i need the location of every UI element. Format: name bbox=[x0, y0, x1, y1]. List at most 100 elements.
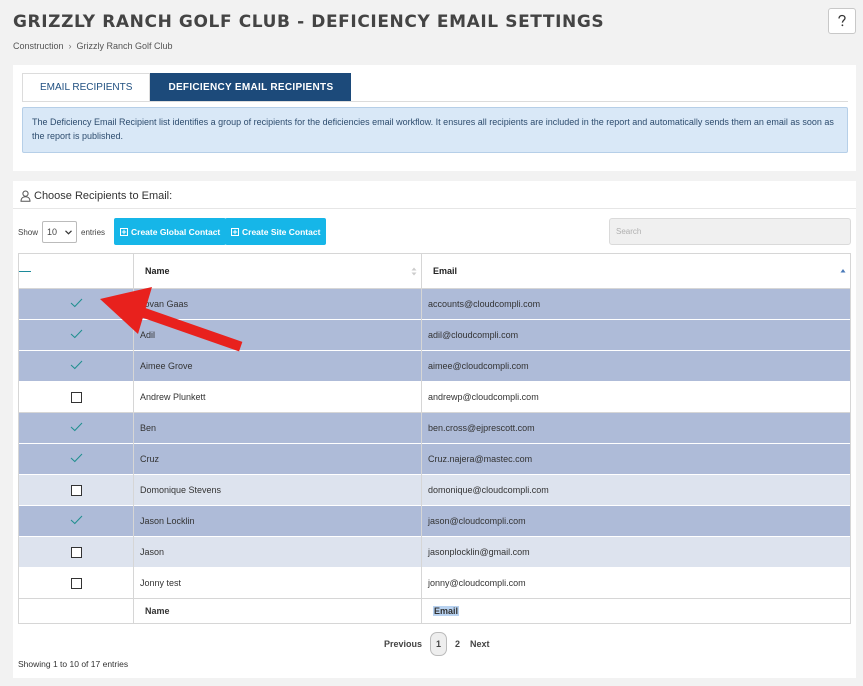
email-cell: domonique@cloudcompli.com bbox=[421, 474, 851, 506]
breadcrumb: Construction › Grizzly Ranch Golf Club bbox=[13, 41, 173, 51]
sort-icon bbox=[411, 267, 417, 276]
email-cell: ben.cross@ejprescott.com bbox=[421, 412, 851, 444]
name-cell: Ben bbox=[133, 412, 422, 444]
section-divider bbox=[13, 208, 856, 209]
page-length-value: 10 bbox=[47, 227, 58, 237]
table-row[interactable]: Jason jasonplocklin@gmail.com bbox=[18, 536, 851, 568]
table-row[interactable]: Jason Locklin jason@cloudcompli.com bbox=[18, 505, 851, 537]
select-cell[interactable] bbox=[18, 412, 134, 444]
select-cell[interactable] bbox=[18, 443, 134, 475]
select-cell[interactable] bbox=[18, 505, 134, 537]
page-title: GRIZZLY RANCH GOLF CLUB - DEFICIENCY EMA… bbox=[13, 12, 605, 32]
page-1-button[interactable]: 1 bbox=[430, 632, 448, 656]
select-cell[interactable] bbox=[18, 567, 134, 599]
name-column-header[interactable]: Name bbox=[133, 253, 422, 289]
email-cell: andrewp@cloudcompli.com bbox=[421, 381, 851, 413]
show-label: Show bbox=[18, 227, 39, 237]
checkmark-icon[interactable] bbox=[70, 298, 83, 308]
tab-divider bbox=[22, 101, 848, 102]
name-header-label: Name bbox=[145, 266, 170, 276]
email-cell: jasonplocklin@gmail.com bbox=[421, 536, 851, 568]
email-cell: adil@cloudcompli.com bbox=[421, 319, 851, 351]
select-cell[interactable] bbox=[18, 536, 134, 568]
help-button[interactable] bbox=[828, 8, 856, 34]
tab-bar: EMAIL RECIPIENTS DEFICIENCY EMAIL RECIPI… bbox=[22, 73, 352, 101]
name-cell: Jason Locklin bbox=[133, 505, 422, 537]
create-global-contact-button[interactable]: Create Global Contact bbox=[114, 218, 227, 245]
tab-email-recipients[interactable]: EMAIL RECIPIENTS bbox=[22, 73, 151, 101]
section-heading: Choose Recipients to Email: bbox=[20, 190, 172, 202]
plus-square-icon bbox=[120, 227, 128, 236]
checkbox[interactable] bbox=[70, 546, 82, 558]
select-all-header[interactable] bbox=[18, 253, 134, 289]
search-placeholder: Search bbox=[616, 227, 642, 236]
email-cell: aimee@cloudcompli.com bbox=[421, 350, 851, 382]
info-alert: The Deficiency Email Recipient list iden… bbox=[22, 107, 848, 153]
checkmark-icon[interactable] bbox=[70, 422, 83, 432]
table-row[interactable]: Domonique Stevens domonique@cloudcompli.c… bbox=[18, 474, 851, 506]
create-site-contact-button[interactable]: Create Site Contact bbox=[225, 218, 327, 245]
select-cell[interactable] bbox=[18, 319, 134, 351]
email-cell: accounts@cloudcompli.com bbox=[421, 288, 851, 320]
sort-ascending-icon bbox=[840, 269, 846, 273]
email-cell: jason@cloudcompli.com bbox=[421, 505, 851, 537]
table-header-row: Name Email bbox=[18, 253, 851, 289]
table-info: Showing 1 to 10 of 17 entries bbox=[18, 659, 129, 669]
email-column-header[interactable]: Email bbox=[421, 253, 851, 289]
name-cell: Jonny test bbox=[133, 567, 422, 599]
table-row[interactable]: Jonny test jonny@cloudcompli.com bbox=[18, 567, 851, 599]
breadcrumb-item-construction[interactable]: Construction bbox=[13, 41, 64, 51]
plus-square-icon bbox=[231, 227, 239, 236]
pagination: Previous 1 2 Next bbox=[379, 632, 495, 656]
checkmark-icon[interactable] bbox=[70, 329, 83, 339]
table-row[interactable]: Aimee Grove aimee@cloudcompli.com bbox=[18, 350, 851, 382]
checkbox[interactable] bbox=[70, 391, 82, 403]
minus-icon bbox=[19, 270, 31, 273]
checkmark-icon[interactable] bbox=[70, 515, 83, 525]
section-title: Choose Recipients to Email: bbox=[34, 190, 173, 202]
name-cell: Cruz bbox=[133, 443, 422, 475]
checkmark-icon[interactable] bbox=[70, 360, 83, 370]
chevron-down-icon bbox=[65, 229, 72, 235]
breadcrumb-item-site[interactable]: Grizzly Ranch Golf Club bbox=[77, 41, 173, 51]
page-length-select[interactable]: 10 bbox=[42, 221, 78, 243]
select-cell[interactable] bbox=[18, 381, 134, 413]
table-row[interactable]: Andrew Plunkett andrewp@cloudcompli.com bbox=[18, 381, 851, 413]
email-footer-label: Email bbox=[433, 606, 460, 616]
checkbox[interactable] bbox=[70, 484, 82, 496]
question-icon bbox=[838, 14, 846, 27]
footer-select-cell bbox=[18, 598, 134, 624]
select-cell[interactable] bbox=[18, 474, 134, 506]
entries-label: entries bbox=[81, 227, 106, 237]
table-row[interactable]: Adil adil@cloudcompli.com bbox=[18, 319, 851, 351]
previous-page-button[interactable]: Previous bbox=[379, 639, 427, 649]
email-cell: jonny@cloudcompli.com bbox=[421, 567, 851, 599]
table-footer-row: Name Email bbox=[18, 598, 851, 624]
email-footer-cell: Email bbox=[421, 598, 851, 624]
table-row[interactable]: Cruz Cruz.najera@mastec.com bbox=[18, 443, 851, 475]
select-cell[interactable] bbox=[18, 288, 134, 320]
select-cell[interactable] bbox=[18, 350, 134, 382]
user-icon bbox=[20, 190, 31, 202]
search-input[interactable]: Search bbox=[609, 218, 851, 245]
name-cell: Andrew Plunkett bbox=[133, 381, 422, 413]
recipients-table: Name Email Tovan Gaas accounts@cloudcompl… bbox=[18, 253, 851, 624]
settings-panel: EMAIL RECIPIENTS DEFICIENCY EMAIL RECIPI… bbox=[13, 65, 856, 171]
create-site-contact-label: Create Site Contact bbox=[242, 226, 321, 237]
table-row[interactable]: Ben ben.cross@ejprescott.com bbox=[18, 412, 851, 444]
name-cell: Adil bbox=[133, 319, 422, 351]
next-page-button[interactable]: Next bbox=[465, 639, 495, 649]
name-cell: Domonique Stevens bbox=[133, 474, 422, 506]
email-cell: Cruz.najera@mastec.com bbox=[421, 443, 851, 475]
page-length-control: Show 10 entries bbox=[18, 221, 105, 243]
checkmark-icon[interactable] bbox=[70, 453, 83, 463]
tab-deficiency-email-recipients[interactable]: DEFICIENCY EMAIL RECIPIENTS bbox=[150, 73, 352, 101]
page-2-button[interactable]: 2 bbox=[450, 639, 465, 649]
name-cell: Tovan Gaas bbox=[133, 288, 422, 320]
name-cell: Aimee Grove bbox=[133, 350, 422, 382]
email-header-label: Email bbox=[433, 266, 458, 276]
name-cell: Jason bbox=[133, 536, 422, 568]
checkbox[interactable] bbox=[70, 577, 82, 589]
table-row[interactable]: Tovan Gaas accounts@cloudcompli.com bbox=[18, 288, 851, 320]
recipients-panel: Choose Recipients to Email: Show 10 entr… bbox=[13, 181, 856, 678]
